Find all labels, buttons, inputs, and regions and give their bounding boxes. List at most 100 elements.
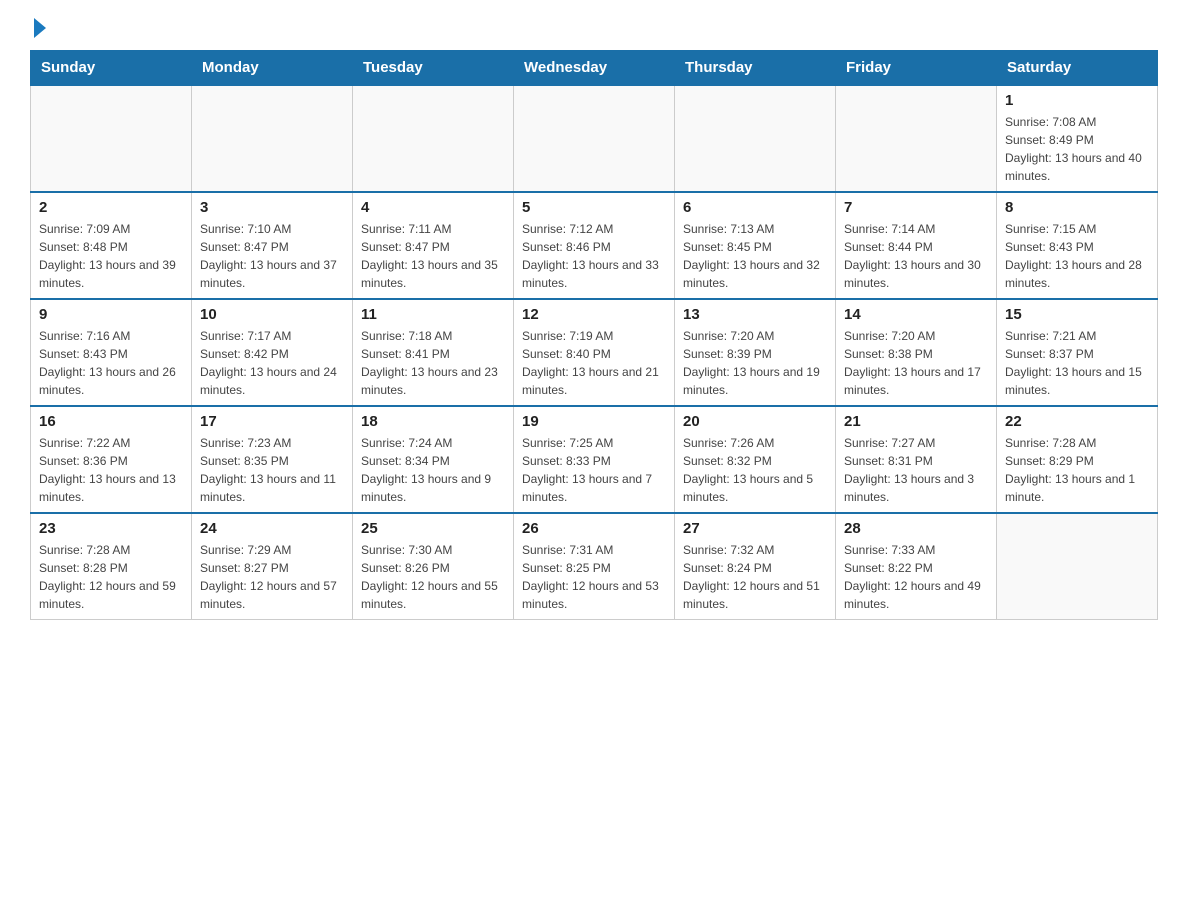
calendar-day-cell: 4 Sunrise: 7:11 AMSunset: 8:47 PMDaylight… xyxy=(353,192,514,299)
day-number: 6 xyxy=(683,199,827,216)
day-number: 9 xyxy=(39,306,183,323)
day-info: Sunrise: 7:12 AMSunset: 8:46 PMDaylight:… xyxy=(522,220,666,292)
day-info: Sunrise: 7:11 AMSunset: 8:47 PMDaylight:… xyxy=(361,220,505,292)
calendar-day-cell xyxy=(192,85,353,192)
day-info: Sunrise: 7:31 AMSunset: 8:25 PMDaylight:… xyxy=(522,541,666,613)
calendar-header-row: SundayMondayTuesdayWednesdayThursdayFrid… xyxy=(31,51,1158,86)
day-info: Sunrise: 7:20 AMSunset: 8:38 PMDaylight:… xyxy=(844,327,988,399)
calendar-day-cell: 25 Sunrise: 7:30 AMSunset: 8:26 PMDayligh… xyxy=(353,513,514,620)
day-number: 20 xyxy=(683,413,827,430)
weekday-header: Saturday xyxy=(997,51,1158,86)
day-info: Sunrise: 7:10 AMSunset: 8:47 PMDaylight:… xyxy=(200,220,344,292)
calendar-day-cell: 27 Sunrise: 7:32 AMSunset: 8:24 PMDayligh… xyxy=(675,513,836,620)
calendar-day-cell: 8 Sunrise: 7:15 AMSunset: 8:43 PMDaylight… xyxy=(997,192,1158,299)
day-info: Sunrise: 7:24 AMSunset: 8:34 PMDaylight:… xyxy=(361,434,505,506)
logo-arrow-icon xyxy=(34,18,46,38)
calendar-week-row: 1 Sunrise: 7:08 AMSunset: 8:49 PMDaylight… xyxy=(31,85,1158,192)
calendar-week-row: 16 Sunrise: 7:22 AMSunset: 8:36 PMDayligh… xyxy=(31,406,1158,513)
logo xyxy=(30,20,46,40)
day-info: Sunrise: 7:28 AMSunset: 8:28 PMDaylight:… xyxy=(39,541,183,613)
calendar-week-row: 2 Sunrise: 7:09 AMSunset: 8:48 PMDaylight… xyxy=(31,192,1158,299)
calendar-day-cell: 24 Sunrise: 7:29 AMSunset: 8:27 PMDayligh… xyxy=(192,513,353,620)
day-info: Sunrise: 7:30 AMSunset: 8:26 PMDaylight:… xyxy=(361,541,505,613)
calendar-day-cell: 15 Sunrise: 7:21 AMSunset: 8:37 PMDayligh… xyxy=(997,299,1158,406)
calendar-day-cell xyxy=(514,85,675,192)
calendar-day-cell: 21 Sunrise: 7:27 AMSunset: 8:31 PMDayligh… xyxy=(836,406,997,513)
calendar-day-cell: 3 Sunrise: 7:10 AMSunset: 8:47 PMDaylight… xyxy=(192,192,353,299)
day-info: Sunrise: 7:22 AMSunset: 8:36 PMDaylight:… xyxy=(39,434,183,506)
day-number: 5 xyxy=(522,199,666,216)
calendar-day-cell: 20 Sunrise: 7:26 AMSunset: 8:32 PMDayligh… xyxy=(675,406,836,513)
calendar-day-cell: 6 Sunrise: 7:13 AMSunset: 8:45 PMDaylight… xyxy=(675,192,836,299)
calendar-day-cell xyxy=(353,85,514,192)
day-info: Sunrise: 7:13 AMSunset: 8:45 PMDaylight:… xyxy=(683,220,827,292)
day-info: Sunrise: 7:19 AMSunset: 8:40 PMDaylight:… xyxy=(522,327,666,399)
day-number: 12 xyxy=(522,306,666,323)
day-number: 3 xyxy=(200,199,344,216)
calendar-day-cell: 7 Sunrise: 7:14 AMSunset: 8:44 PMDaylight… xyxy=(836,192,997,299)
calendar-day-cell: 9Sunrise: 7:16 AMSunset: 8:43 PMDaylight… xyxy=(31,299,192,406)
day-number: 23 xyxy=(39,520,183,537)
calendar-day-cell xyxy=(997,513,1158,620)
day-number: 25 xyxy=(361,520,505,537)
day-number: 10 xyxy=(200,306,344,323)
calendar-day-cell xyxy=(31,85,192,192)
calendar-day-cell: 14 Sunrise: 7:20 AMSunset: 8:38 PMDayligh… xyxy=(836,299,997,406)
calendar-day-cell: 17 Sunrise: 7:23 AMSunset: 8:35 PMDayligh… xyxy=(192,406,353,513)
day-info: Sunrise: 7:27 AMSunset: 8:31 PMDaylight:… xyxy=(844,434,988,506)
day-number: 27 xyxy=(683,520,827,537)
calendar-day-cell: 12 Sunrise: 7:19 AMSunset: 8:40 PMDayligh… xyxy=(514,299,675,406)
calendar-day-cell: 19 Sunrise: 7:25 AMSunset: 8:33 PMDayligh… xyxy=(514,406,675,513)
calendar-day-cell xyxy=(675,85,836,192)
weekday-header: Sunday xyxy=(31,51,192,86)
calendar-day-cell: 2 Sunrise: 7:09 AMSunset: 8:48 PMDaylight… xyxy=(31,192,192,299)
day-number: 13 xyxy=(683,306,827,323)
day-number: 15 xyxy=(1005,306,1149,323)
day-number: 11 xyxy=(361,306,505,323)
day-info: Sunrise: 7:08 AMSunset: 8:49 PMDaylight:… xyxy=(1005,113,1149,185)
calendar-day-cell: 23 Sunrise: 7:28 AMSunset: 8:28 PMDayligh… xyxy=(31,513,192,620)
day-info: Sunrise: 7:15 AMSunset: 8:43 PMDaylight:… xyxy=(1005,220,1149,292)
day-info: Sunrise: 7:21 AMSunset: 8:37 PMDaylight:… xyxy=(1005,327,1149,399)
calendar-day-cell: 28Sunrise: 7:33 AMSunset: 8:22 PMDayligh… xyxy=(836,513,997,620)
calendar-day-cell: 26 Sunrise: 7:31 AMSunset: 8:25 PMDayligh… xyxy=(514,513,675,620)
day-number: 1 xyxy=(1005,92,1149,109)
calendar-day-cell: 16 Sunrise: 7:22 AMSunset: 8:36 PMDayligh… xyxy=(31,406,192,513)
day-number: 4 xyxy=(361,199,505,216)
day-number: 21 xyxy=(844,413,988,430)
day-info: Sunrise: 7:25 AMSunset: 8:33 PMDaylight:… xyxy=(522,434,666,506)
day-number: 17 xyxy=(200,413,344,430)
day-info: Sunrise: 7:17 AMSunset: 8:42 PMDaylight:… xyxy=(200,327,344,399)
day-info: Sunrise: 7:20 AMSunset: 8:39 PMDaylight:… xyxy=(683,327,827,399)
calendar-day-cell: 11 Sunrise: 7:18 AMSunset: 8:41 PMDayligh… xyxy=(353,299,514,406)
day-number: 2 xyxy=(39,199,183,216)
calendar-day-cell: 22Sunrise: 7:28 AMSunset: 8:29 PMDayligh… xyxy=(997,406,1158,513)
day-number: 24 xyxy=(200,520,344,537)
page-header xyxy=(30,20,1158,40)
weekday-header: Monday xyxy=(192,51,353,86)
day-info: Sunrise: 7:14 AMSunset: 8:44 PMDaylight:… xyxy=(844,220,988,292)
day-info: Sunrise: 7:18 AMSunset: 8:41 PMDaylight:… xyxy=(361,327,505,399)
day-number: 28 xyxy=(844,520,988,537)
day-info: Sunrise: 7:29 AMSunset: 8:27 PMDaylight:… xyxy=(200,541,344,613)
weekday-header: Tuesday xyxy=(353,51,514,86)
day-info: Sunrise: 7:26 AMSunset: 8:32 PMDaylight:… xyxy=(683,434,827,506)
day-number: 26 xyxy=(522,520,666,537)
calendar-day-cell: 13 Sunrise: 7:20 AMSunset: 8:39 PMDayligh… xyxy=(675,299,836,406)
day-number: 7 xyxy=(844,199,988,216)
day-number: 8 xyxy=(1005,199,1149,216)
day-number: 14 xyxy=(844,306,988,323)
calendar-day-cell: 1 Sunrise: 7:08 AMSunset: 8:49 PMDaylight… xyxy=(997,85,1158,192)
weekday-header: Wednesday xyxy=(514,51,675,86)
weekday-header: Friday xyxy=(836,51,997,86)
calendar-day-cell: 10 Sunrise: 7:17 AMSunset: 8:42 PMDayligh… xyxy=(192,299,353,406)
day-number: 16 xyxy=(39,413,183,430)
calendar-table: SundayMondayTuesdayWednesdayThursdayFrid… xyxy=(30,50,1158,620)
day-number: 19 xyxy=(522,413,666,430)
weekday-header: Thursday xyxy=(675,51,836,86)
day-info: Sunrise: 7:32 AMSunset: 8:24 PMDaylight:… xyxy=(683,541,827,613)
day-info: Sunrise: 7:28 AMSunset: 8:29 PMDaylight:… xyxy=(1005,434,1149,506)
day-info: Sunrise: 7:23 AMSunset: 8:35 PMDaylight:… xyxy=(200,434,344,506)
day-info: Sunrise: 7:09 AMSunset: 8:48 PMDaylight:… xyxy=(39,220,183,292)
calendar-day-cell: 5 Sunrise: 7:12 AMSunset: 8:46 PMDaylight… xyxy=(514,192,675,299)
